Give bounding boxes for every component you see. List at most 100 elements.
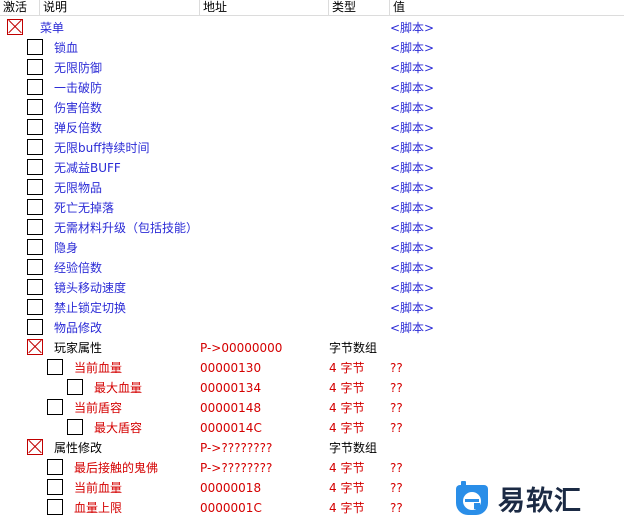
table-row[interactable]: 镜头移动速度 <脚本> [0, 278, 624, 298]
table-row[interactable]: 弹反倍数 <脚本> [0, 118, 624, 138]
table-row[interactable]: 当前血量 00000130 4 字节 ?? [0, 358, 624, 378]
address: 00000148 [200, 401, 262, 415]
table-row[interactable]: 最大血量 00000134 4 字节 ?? [0, 378, 624, 398]
description: 最大血量 [94, 381, 143, 395]
active-checkbox[interactable] [27, 439, 43, 455]
table-row[interactable]: 一击破防 <脚本> [0, 78, 624, 98]
description: 无限防御 [54, 61, 103, 75]
description: 物品修改 [54, 321, 103, 335]
active-checkbox[interactable] [27, 139, 43, 155]
value: <脚本> [390, 321, 435, 335]
table-row[interactable]: 无限buff持续时间 <脚本> [0, 138, 624, 158]
table-row[interactable]: 伤害倍数 <脚本> [0, 98, 624, 118]
type: 字节数组 [329, 341, 378, 355]
description: 当前盾容 [74, 401, 123, 415]
active-checkbox[interactable] [27, 259, 43, 275]
table-row[interactable]: 菜单 <脚本> [0, 18, 624, 38]
table-row[interactable]: 隐身 <脚本> [0, 238, 624, 258]
active-checkbox[interactable] [67, 419, 83, 435]
table-row[interactable]: 无减益BUFF <脚本> [0, 158, 624, 178]
value: <脚本> [390, 281, 435, 295]
active-checkbox[interactable] [47, 399, 63, 415]
active-checkbox[interactable] [27, 79, 43, 95]
watermark-text: 易软汇 [498, 486, 582, 517]
active-checkbox[interactable] [27, 159, 43, 175]
table-row[interactable]: 属性修改 P->???????? 字节数组 [0, 438, 624, 458]
table-row[interactable]: 禁止锁定切换 <脚本> [0, 298, 624, 318]
active-checkbox[interactable] [27, 99, 43, 115]
active-checkbox[interactable] [67, 379, 83, 395]
description: 最后接触的鬼佛 [74, 461, 159, 475]
table-row[interactable]: 无需材料升级（包括技能） <脚本> [0, 218, 624, 238]
table-row[interactable]: 经验倍数 <脚本> [0, 258, 624, 278]
description: 玩家属性 [54, 341, 103, 355]
type: 4 字节 [329, 481, 365, 495]
watermark: 易软汇 [452, 475, 624, 522]
column-header-description[interactable]: 说明 [40, 0, 200, 15]
active-checkbox[interactable] [27, 299, 43, 315]
active-checkbox[interactable] [47, 459, 63, 475]
active-checkbox[interactable] [27, 279, 43, 295]
description: 隐身 [54, 241, 79, 255]
value: ?? [390, 481, 403, 495]
description: 菜单 [40, 21, 65, 35]
description: 当前血量 [74, 481, 123, 495]
column-header-value[interactable]: 值 [390, 0, 624, 15]
description: 当前血量 [74, 361, 123, 375]
value: <脚本> [390, 221, 435, 235]
active-checkbox[interactable] [27, 179, 43, 195]
description: 锁血 [54, 41, 79, 55]
table-row[interactable]: 锁血 <脚本> [0, 38, 624, 58]
active-checkbox[interactable] [47, 359, 63, 375]
value: <脚本> [390, 41, 435, 55]
table-row[interactable]: 最大盾容 0000014C 4 字节 ?? [0, 418, 624, 438]
table-row[interactable]: 无限物品 <脚本> [0, 178, 624, 198]
active-checkbox[interactable] [27, 119, 43, 135]
type: 4 字节 [329, 501, 365, 515]
value: ?? [390, 421, 403, 435]
table-row[interactable]: 死亡无掉落 <脚本> [0, 198, 624, 218]
type: 4 字节 [329, 461, 365, 475]
value: ?? [390, 501, 403, 515]
address: P->00000000 [200, 341, 283, 355]
description: 经验倍数 [54, 261, 103, 275]
value: <脚本> [390, 141, 435, 155]
active-checkbox[interactable] [27, 219, 43, 235]
active-checkbox[interactable] [27, 39, 43, 55]
address: 00000018 [200, 481, 262, 495]
table-row[interactable]: 当前盾容 00000148 4 字节 ?? [0, 398, 624, 418]
value: <脚本> [390, 181, 435, 195]
description: 属性修改 [54, 441, 103, 455]
description: 镜头移动速度 [54, 281, 127, 295]
value: <脚本> [390, 261, 435, 275]
description: 禁止锁定切换 [54, 301, 127, 315]
value: <脚本> [390, 121, 435, 135]
address: 00000134 [200, 381, 262, 395]
active-checkbox[interactable] [27, 199, 43, 215]
column-header-active[interactable]: 激活 [0, 0, 40, 15]
active-checkbox[interactable] [27, 59, 43, 75]
active-checkbox[interactable] [47, 479, 63, 495]
type: 4 字节 [329, 381, 365, 395]
type: 字节数组 [329, 441, 378, 455]
type: 4 字节 [329, 361, 365, 375]
active-checkbox[interactable] [27, 339, 43, 355]
active-checkbox[interactable] [7, 19, 23, 35]
active-checkbox[interactable] [27, 319, 43, 335]
column-header-type[interactable]: 类型 [329, 0, 390, 15]
active-checkbox[interactable] [27, 239, 43, 255]
value: <脚本> [390, 241, 435, 255]
table-row[interactable]: 玩家属性 P->00000000 字节数组 [0, 338, 624, 358]
description: 无减益BUFF [54, 161, 121, 175]
description: 血量上限 [74, 501, 123, 515]
active-checkbox[interactable] [47, 499, 63, 515]
value: <脚本> [390, 21, 435, 35]
table-row[interactable]: 物品修改 <脚本> [0, 318, 624, 338]
column-header-address[interactable]: 地址 [200, 0, 329, 15]
table-row[interactable]: 无限防御 <脚本> [0, 58, 624, 78]
value: <脚本> [390, 161, 435, 175]
description: 伤害倍数 [54, 101, 103, 115]
value: <脚本> [390, 81, 435, 95]
address: 0000014C [200, 421, 262, 435]
value: ?? [390, 381, 403, 395]
